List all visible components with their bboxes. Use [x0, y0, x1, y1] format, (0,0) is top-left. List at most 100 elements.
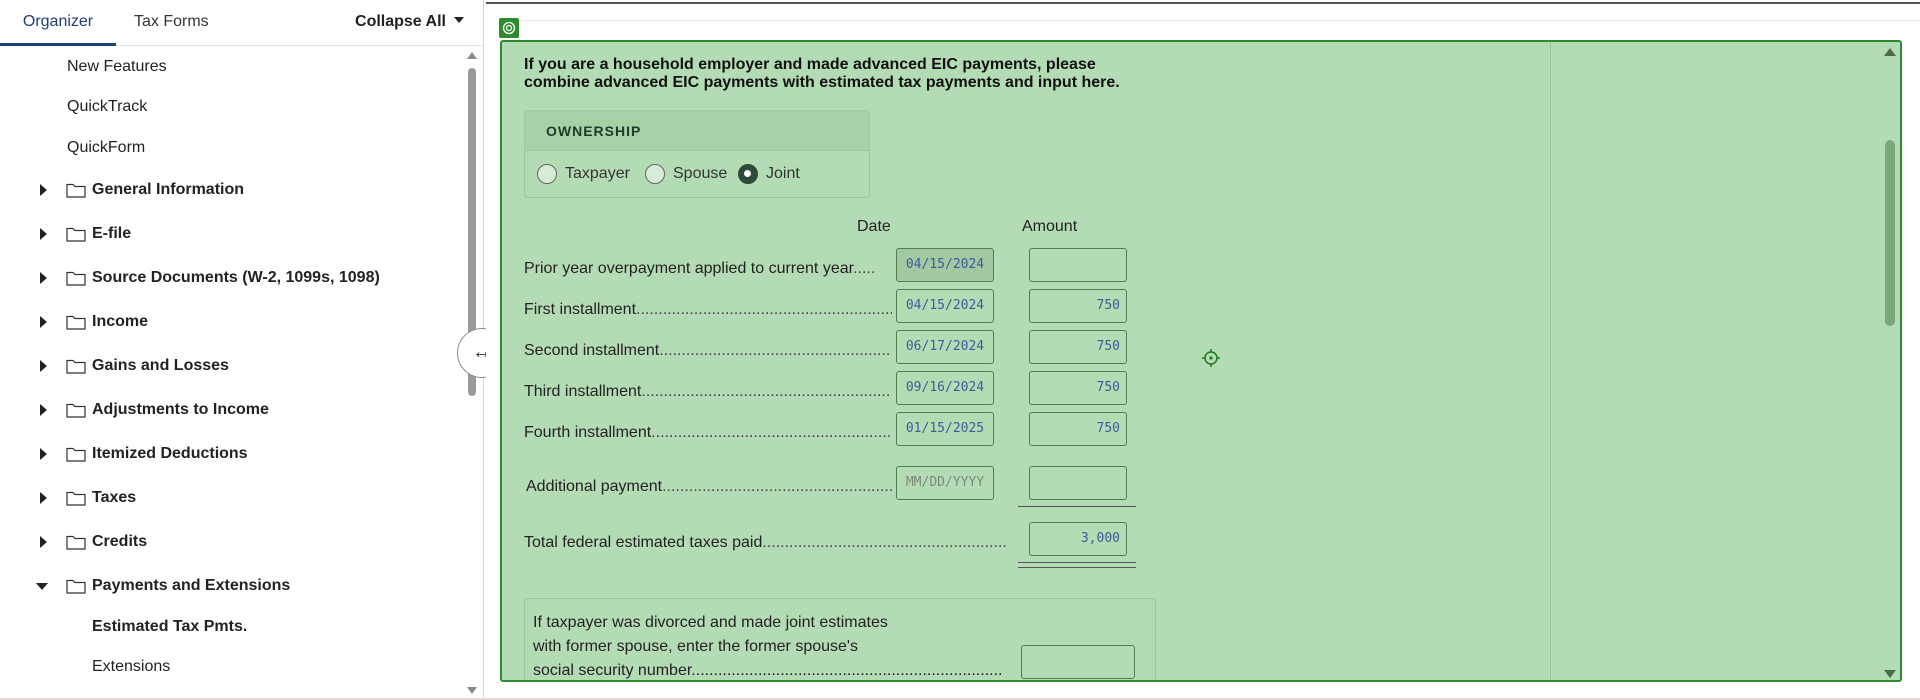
expand-arrow-icon[interactable] [40, 360, 47, 372]
leader-dots: ........................................… [662, 478, 892, 495]
row-label-third-installment: Third installment.......................… [524, 383, 892, 401]
caret-down-icon [454, 16, 464, 23]
expand-arrow-icon[interactable] [40, 404, 47, 416]
row-label-first-installment: First installment.......................… [524, 301, 892, 319]
leader-dots: ........................................… [651, 424, 892, 441]
expand-arrow-icon[interactable] [40, 492, 47, 504]
target-pin-icon[interactable] [499, 18, 519, 38]
leader-dots: ........................................… [762, 534, 1008, 551]
amount-column-header: Amount [1022, 218, 1078, 235]
leader-dots: ..... [853, 260, 876, 277]
additional-payment-amount[interactable] [1029, 466, 1127, 500]
ownership-group: OWNERSHIP Taxpayer Spouse Joint [524, 110, 870, 198]
row-label-text: Third installment [524, 383, 642, 400]
tree-folder-payments-and-extensions[interactable]: Payments and Extensions [0, 571, 440, 601]
former-spouse-line2: with former spouse, enter the former spo… [533, 638, 858, 655]
ownership-header: OWNERSHIP [525, 111, 869, 151]
scroll-up-arrow-icon[interactable] [467, 52, 477, 59]
row-label-text: Additional payment [526, 478, 663, 495]
collapse-all-label: Collapse All [355, 13, 446, 30]
former-spouse-line3: social security number..................… [533, 659, 1003, 680]
tree-folder-adjustments-to-income[interactable]: Adjustments to Income [0, 395, 440, 425]
row-label-text: Fourth installment [524, 424, 652, 441]
radio-circle[interactable] [645, 164, 665, 184]
second-installment-amount[interactable]: 750 [1029, 330, 1127, 364]
folder-icon [66, 491, 86, 506]
total-double-rule-top [1018, 562, 1136, 563]
folder-icon [66, 183, 86, 198]
scroll-down-arrow-icon[interactable] [1884, 670, 1896, 678]
row-label-text: Total federal estimated taxes paid [524, 534, 763, 551]
estimated-tax-form: If you are a household employer and made… [500, 40, 1902, 682]
tree-folder-source-documents[interactable]: Source Documents (W-2, 1099s, 1098) [0, 263, 440, 293]
former-spouse-text: If taxpayer was divorced and made joint … [533, 611, 1003, 680]
second-installment-date[interactable]: 06/17/2024 [896, 330, 994, 364]
tree-item-quickform[interactable]: QuickForm [67, 133, 145, 163]
crosshair-icon [1202, 349, 1220, 367]
third-installment-date[interactable]: 09/16/2024 [896, 371, 994, 405]
expand-arrow-icon[interactable] [40, 272, 47, 284]
additional-payment-date[interactable]: MM/DD/YYYY [896, 466, 994, 500]
radio-label: Joint [766, 165, 800, 182]
row-label-text: First installment [524, 301, 637, 318]
folder-icon [66, 271, 86, 286]
row-label-prior-year-overpayment: Prior year overpayment applied to curren… [524, 260, 919, 278]
expand-arrow-icon[interactable] [40, 448, 47, 460]
form-scrollbar[interactable] [1880, 42, 1900, 680]
tree-item-estimated-tax-pmts[interactable]: Estimated Tax Pmts. [92, 612, 247, 642]
third-installment-amount[interactable]: 750 [1029, 371, 1127, 405]
tree-folder-label: Source Documents (W-2, 1099s, 1098) [92, 269, 380, 286]
first-installment-amount[interactable]: 750 [1029, 289, 1127, 323]
ruler-line [500, 20, 1920, 21]
row-label-text: Second installment [524, 342, 660, 359]
tree-folder-general-information[interactable]: General Information [0, 175, 440, 205]
total-federal-estimated-taxes-amount: 3,000 [1029, 522, 1127, 556]
scrollbar-thumb[interactable] [1885, 140, 1895, 326]
tree-folder-income[interactable]: Income [0, 307, 440, 337]
tree-item-extensions[interactable]: Extensions [92, 652, 170, 682]
app: Organizer Tax Forms Collapse All New Fea… [0, 0, 1920, 700]
tree-folder-taxes[interactable]: Taxes [0, 483, 440, 513]
expand-arrow-icon[interactable] [40, 184, 47, 196]
organizer-panel: Organizer Tax Forms Collapse All New Fea… [0, 0, 484, 700]
scroll-up-arrow-icon[interactable] [1884, 48, 1896, 56]
tree-folder-gains-and-losses[interactable]: Gains and Losses [0, 351, 440, 381]
prior-year-overpayment-amount[interactable] [1029, 248, 1127, 282]
row-label-fourth-installment: Fourth installment......................… [524, 424, 892, 442]
folder-icon [66, 359, 86, 374]
collapse-arrow-icon[interactable] [36, 583, 48, 590]
former-spouse-ssn-field[interactable] [1021, 645, 1135, 679]
tree-folder-label: General Information [92, 181, 245, 198]
tree-item-new-features[interactable]: New Features [67, 52, 167, 82]
folder-icon [66, 579, 86, 594]
radio-circle-selected[interactable] [738, 164, 758, 184]
tree-folder-e-file[interactable]: E-file [0, 219, 440, 249]
fourth-installment-date[interactable]: 01/15/2025 [896, 412, 994, 446]
organizer-tabs: Organizer Tax Forms Collapse All [0, 0, 484, 46]
form-area: If you are a household employer and made… [486, 0, 1920, 700]
prior-year-overpayment-date: 04/15/2024 [896, 248, 994, 282]
fourth-installment-amount[interactable]: 750 [1029, 412, 1127, 446]
row-label-second-installment: Second installment......................… [524, 342, 892, 360]
scroll-down-arrow-icon[interactable] [467, 687, 477, 694]
tree-folder-label: Adjustments to Income [92, 401, 269, 418]
tab-tax-forms[interactable]: Tax Forms [134, 0, 209, 46]
tree-folder-credits[interactable]: Credits [0, 527, 440, 557]
tree-folder-itemized-deductions[interactable]: Itemized Deductions [0, 439, 440, 469]
subtotal-rule [1018, 506, 1136, 507]
radio-label: Taxpayer [565, 165, 630, 182]
top-divider [486, 2, 1920, 4]
first-installment-date[interactable]: 04/15/2024 [896, 289, 994, 323]
tab-organizer[interactable]: Organizer [0, 0, 116, 46]
expand-arrow-icon[interactable] [40, 228, 47, 240]
tree-item-quicktrack[interactable]: QuickTrack [67, 92, 147, 122]
folder-icon [66, 535, 86, 550]
expand-arrow-icon[interactable] [40, 316, 47, 328]
collapse-all-button[interactable]: Collapse All [355, 0, 464, 46]
tree-folder-label: Gains and Losses [92, 357, 229, 374]
household-employer-note: If you are a household employer and made… [524, 56, 1120, 91]
radio-label: Spouse [673, 165, 728, 182]
expand-arrow-icon[interactable] [40, 536, 47, 548]
radio-circle[interactable] [537, 164, 557, 184]
row-label-text: Prior year overpayment applied to curren… [524, 260, 854, 277]
